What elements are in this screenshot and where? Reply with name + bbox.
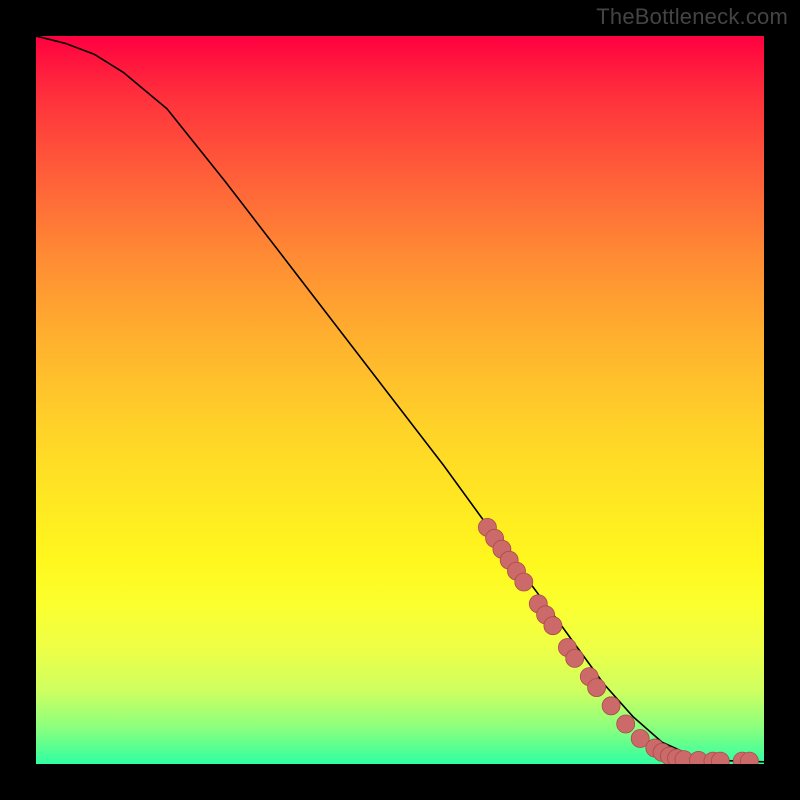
data-point xyxy=(544,617,562,635)
data-point xyxy=(617,715,635,733)
data-point xyxy=(588,679,606,697)
scatter-points xyxy=(478,518,758,764)
data-point xyxy=(515,573,533,591)
data-point xyxy=(566,649,584,667)
plot-area xyxy=(36,36,764,764)
data-point xyxy=(602,697,620,715)
points-layer xyxy=(36,36,764,764)
watermark-text: TheBottleneck.com xyxy=(596,4,788,30)
chart-frame: TheBottleneck.com xyxy=(0,0,800,800)
